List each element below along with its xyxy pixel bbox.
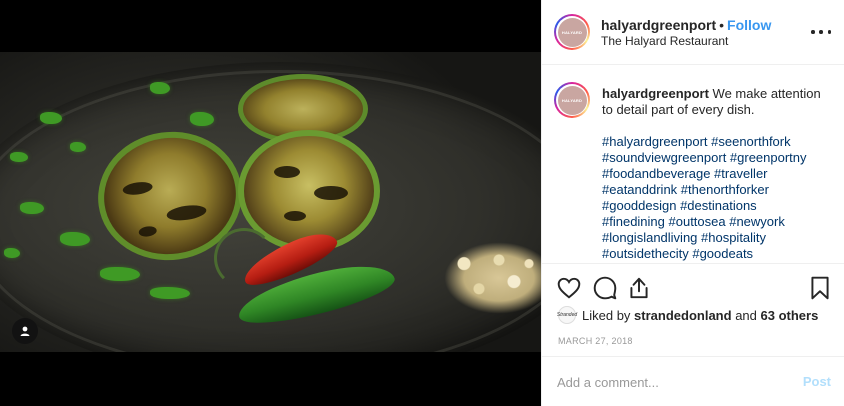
hashtag-line[interactable]: #foodandbeverage #traveller <box>602 166 834 182</box>
herb-garnish <box>150 287 190 299</box>
post-photo[interactable] <box>0 0 541 406</box>
avatar-logo: HALYARD <box>557 17 587 47</box>
caption-area: HALYARD halyardgreenport We make attenti… <box>542 66 844 264</box>
likes-row: Stranded Liked by strandedonland and 63 … <box>557 306 819 324</box>
herb-garnish <box>150 82 170 94</box>
liker-username-link[interactable]: strandedonland <box>634 308 732 323</box>
comment-icon[interactable] <box>592 275 618 301</box>
herb-garnish <box>40 112 62 124</box>
hashtag-line[interactable]: #soundviewgreenport #greenportny <box>602 150 834 166</box>
comment-bar: Post <box>542 356 844 406</box>
heart-icon[interactable] <box>556 275 582 301</box>
caption-text: halyardgreenport We make attention to de… <box>602 86 834 262</box>
likes-and-label: and <box>735 307 757 323</box>
header-username-link[interactable]: halyardgreenport <box>601 17 716 33</box>
hashtag-line[interactable]: #longislandliving #hospitality <box>602 230 834 246</box>
post-date[interactable]: MARCH 27, 2018 <box>558 336 633 346</box>
location-link[interactable]: The Halyard Restaurant <box>601 34 728 48</box>
post-comment-button[interactable]: Post <box>803 374 831 389</box>
caption-username-link[interactable]: halyardgreenport <box>602 86 709 101</box>
account-avatar[interactable]: HALYARD <box>554 14 590 50</box>
food-photo-scene <box>0 52 541 352</box>
hashtag-list: #halyardgreenport #seenorthfork #soundvi… <box>602 134 834 262</box>
liked-by-label: Liked by <box>582 307 631 323</box>
user-tag-button[interactable] <box>12 318 38 344</box>
post-details-panel: HALYARD halyardgreenport • Follow The Haly… <box>541 0 844 406</box>
herb-garnish <box>190 112 214 126</box>
user-tag-icon <box>20 326 30 336</box>
herb-garnish <box>100 267 140 281</box>
herb-garnish <box>70 142 86 152</box>
hashtag-line[interactable]: #gooddesign #destinations <box>602 198 834 214</box>
header-username-row: halyardgreenport • Follow <box>601 17 771 34</box>
follow-button[interactable]: Follow <box>727 17 771 33</box>
avatar-logo: HALYARD <box>557 85 587 115</box>
bookmark-icon[interactable] <box>807 275 833 301</box>
herb-garnish <box>20 202 44 214</box>
hashtag-line[interactable]: #halyardgreenport #seenorthfork <box>602 134 834 150</box>
separator-dot: • <box>719 17 725 33</box>
hashtag-line[interactable]: #outsidethecity #goodeats <box>602 246 834 262</box>
caption-avatar[interactable]: HALYARD <box>554 82 590 118</box>
comment-input[interactable] <box>557 372 787 392</box>
post-header: HALYARD halyardgreenport • Follow The Haly… <box>542 0 844 65</box>
hashtag-line[interactable]: #finedining #outtosea #newyork <box>602 214 834 230</box>
hashtag-line[interactable]: #eatanddrink #thenorthforker <box>602 182 834 198</box>
herb-garnish <box>60 232 90 246</box>
liker-avatar[interactable]: Stranded <box>557 306 577 324</box>
action-bar <box>542 266 844 310</box>
share-icon[interactable] <box>626 275 652 301</box>
herb-garnish <box>10 152 28 162</box>
chopped-garlic <box>444 242 541 314</box>
herb-garnish <box>4 248 20 258</box>
likes-others-link[interactable]: 63 others <box>761 308 819 323</box>
more-options-icon[interactable] <box>811 24 831 40</box>
